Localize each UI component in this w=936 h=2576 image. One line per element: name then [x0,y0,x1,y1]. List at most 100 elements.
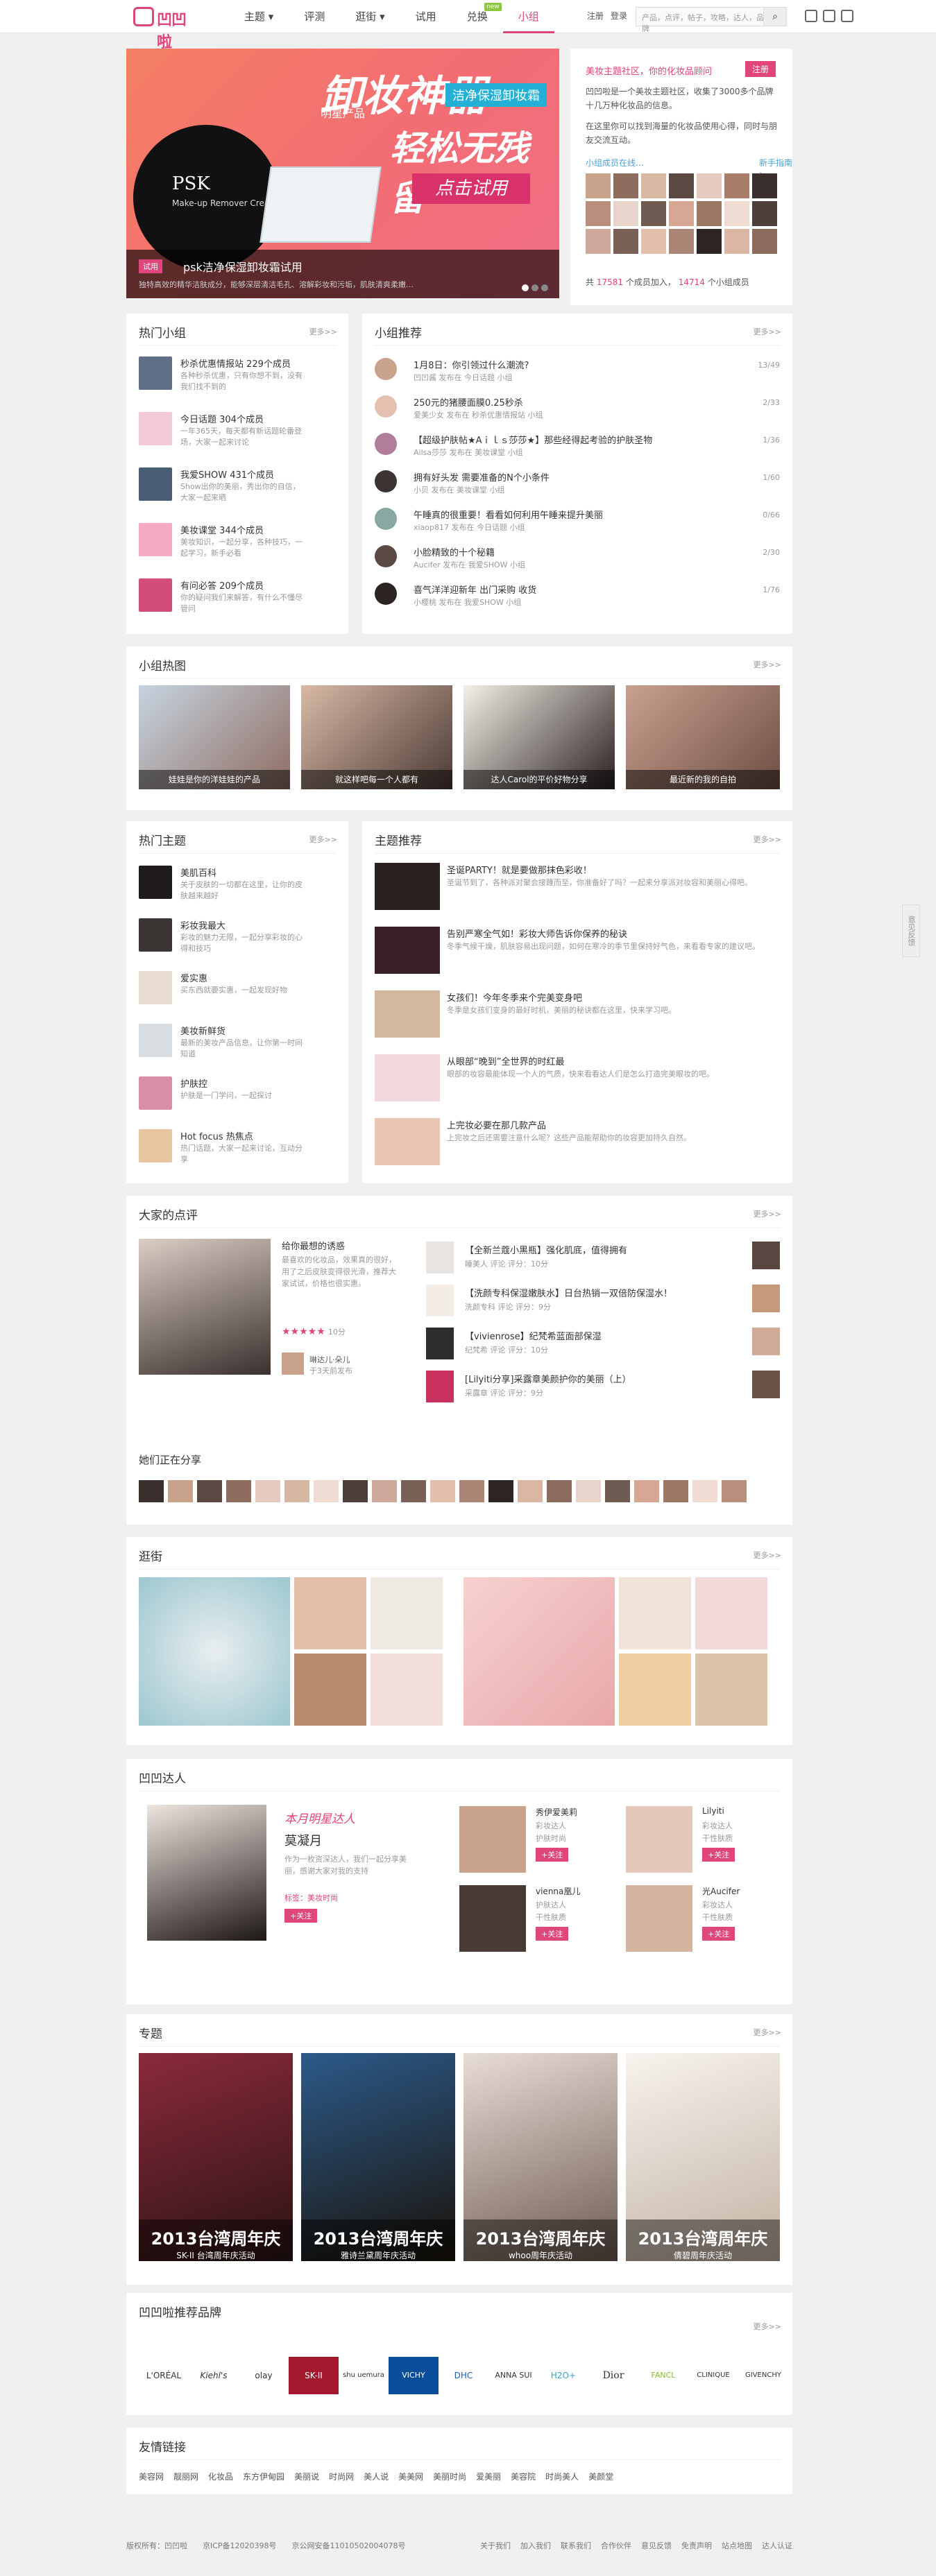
special-topic-card[interactable]: 2013台湾周年庆 SK-II 台湾周年庆活动 [139,2053,293,2261]
more-link[interactable]: 更多>> [754,1549,781,1561]
member-avatar[interactable] [752,229,777,254]
member-avatar[interactable] [586,173,611,198]
member-avatar[interactable] [752,173,777,198]
follow-button[interactable]: +关注 [702,1927,735,1941]
expert-avatar[interactable] [626,1806,692,1873]
topic-thumb[interactable] [375,1118,440,1165]
topic-name[interactable]: 彩妆我最大 [180,918,226,931]
topic-name[interactable]: 爱实惠 [180,971,207,984]
topic-title[interactable]: 女孩们！今年冬季来个完美变身吧 [447,990,582,1004]
friend-link[interactable]: 靓丽网 [173,2471,198,2482]
online-members-link[interactable]: 小组成员在线… [586,157,644,169]
user-avatar[interactable] [752,1328,780,1355]
brand-logo[interactable]: Dior [588,2357,638,2394]
post-title[interactable]: 【超级护肤帖★Aｉｌｓ莎莎★】那些经得起考验的护肤圣物 [414,433,652,446]
member-avatar[interactable] [613,173,638,198]
group-name[interactable]: 有问必答 209个成员 [180,578,264,592]
friend-link[interactable]: 美容院 [511,2471,536,2482]
star-name[interactable]: 莫凝月 [284,1831,322,1849]
sharer-avatar[interactable] [547,1480,572,1502]
special-topic-card[interactable]: 2013台湾周年庆 雅诗兰黛周年庆活动 [301,2053,455,2261]
mobile-icon[interactable] [841,10,853,22]
star-expert-photo[interactable] [147,1805,266,1941]
sharer-avatar[interactable] [401,1480,426,1502]
member-avatar[interactable] [613,229,638,254]
review-title[interactable]: 【洗颜专科保湿嫩肤水】日台热销一双倍防保湿水！ [465,1286,672,1299]
caption-title[interactable]: psk洁净保湿卸妆霜试用 [183,258,303,275]
footer-link[interactable]: 意见反馈 [641,2540,672,2551]
topic-title[interactable]: 上完妆必要在那几款产品 [447,1118,546,1131]
product-thumb[interactable] [426,1328,454,1359]
product-thumb[interactable] [426,1371,454,1402]
topic-thumb[interactable] [375,927,440,974]
shopping-photo[interactable] [695,1654,767,1726]
post-item[interactable]: 【超级护肤帖★Aｉｌｓ莎莎★】那些经得起考验的护肤圣物 Ailsa莎莎 发布在 美… [375,433,780,461]
shopping-photo[interactable] [371,1577,443,1649]
footer-link[interactable]: 达人认证 [762,2540,792,2551]
sharer-avatar[interactable] [139,1480,164,1502]
sharer-avatar[interactable] [663,1480,688,1502]
friend-link[interactable]: 美人说 [364,2471,389,2482]
sharer-avatar[interactable] [226,1480,251,1502]
post-title[interactable]: 拥有好头发 需要准备的N个小条件 [414,470,550,483]
brand-logo[interactable]: shu uemura [339,2357,389,2394]
feedback-tab[interactable]: 意见反馈 [902,904,920,957]
sharer-avatar[interactable] [255,1480,280,1502]
expert-name[interactable]: 光Aucifer [702,1885,740,1897]
footer-link[interactable]: 站点地图 [722,2540,752,2551]
expert-avatar[interactable] [459,1885,526,1952]
topic-title[interactable]: 告别严寒全气如！彩妆大师告诉你保养的秘诀 [447,927,627,940]
special-topic-card[interactable]: 2013台湾周年庆 倩碧周年庆活动 [626,2053,780,2261]
more-link[interactable]: 更多>> [309,834,337,845]
footer-link[interactable]: 联系我们 [561,2540,591,2551]
shopping-photo[interactable] [463,1577,615,1726]
nav-trials[interactable]: 试用 [400,0,452,33]
carousel-dot[interactable] [522,284,529,291]
brand-logo[interactable]: H2O+ [538,2357,588,2394]
friend-link[interactable]: 时尚美人 [545,2471,579,2482]
sharer-avatar[interactable] [343,1480,368,1502]
group-photo[interactable]: 达人Carol的平价好物分享 [463,685,615,789]
follow-button[interactable]: +关注 [536,1848,569,1862]
expert-name[interactable]: Lilyiti [702,1806,724,1816]
nav-groups[interactable]: 小组 [502,0,554,33]
brand-logo[interactable]: L'ORÉAL [139,2357,189,2394]
group-name[interactable]: 今日话题 304个成员 [180,412,264,425]
topic-name[interactable]: Hot focus 热焦点 [180,1129,253,1142]
member-avatar[interactable] [724,201,749,226]
register-link[interactable]: 注册 [587,10,604,22]
member-avatar[interactable] [641,173,666,198]
more-link[interactable]: 更多>> [754,2027,781,2038]
member-avatar[interactable] [724,229,749,254]
post-item[interactable]: 喜气洋洋迎新年 出门采购 收货 小樱桃 发布在 我爱SHOW 小组 1/76 [375,583,780,610]
sharer-avatar[interactable] [197,1480,222,1502]
user-avatar[interactable] [752,1242,780,1269]
brand-logo[interactable]: olay [239,2357,289,2394]
member-avatar[interactable] [697,229,722,254]
member-avatar[interactable] [669,173,694,198]
brand-logo[interactable]: DHC [439,2357,488,2394]
sharer-avatar[interactable] [488,1480,513,1502]
friend-link[interactable]: 东方伊甸园 [243,2471,284,2482]
shopping-photo[interactable] [619,1654,691,1726]
sharer-avatar[interactable] [314,1480,339,1502]
site-logo[interactable]: 凹凹啦 [133,6,200,51]
post-title[interactable]: 250元的猪腰面膜0.25秒杀 [414,395,523,409]
featured-review-photo[interactable] [139,1239,271,1375]
post-item[interactable]: 250元的猪腰面膜0.25秒杀 爱美少女 发布在 秒杀优惠情报站 小组 2/33 [375,395,780,423]
topic-thumb[interactable] [375,1054,440,1101]
shopping-photo[interactable] [695,1577,767,1649]
group-name[interactable]: 美妆课堂 344个成员 [180,523,264,536]
product-thumb[interactable] [426,1285,454,1316]
friend-link[interactable]: 美美网 [398,2471,423,2482]
footer-link[interactable]: 合作伙伴 [601,2540,631,2551]
member-avatar[interactable] [697,201,722,226]
more-link[interactable]: 更多>> [754,834,781,845]
group-photo[interactable]: 娃娃是你的洋娃娃的产品 [139,685,290,789]
more-link[interactable]: 更多>> [754,2321,781,2332]
footer-link[interactable]: 免责声明 [681,2540,712,2551]
group-photo[interactable]: 最近新的我的自拍 [626,685,780,789]
sharer-avatar[interactable] [168,1480,193,1502]
member-avatar[interactable] [586,229,611,254]
more-link[interactable]: 更多>> [754,659,781,670]
